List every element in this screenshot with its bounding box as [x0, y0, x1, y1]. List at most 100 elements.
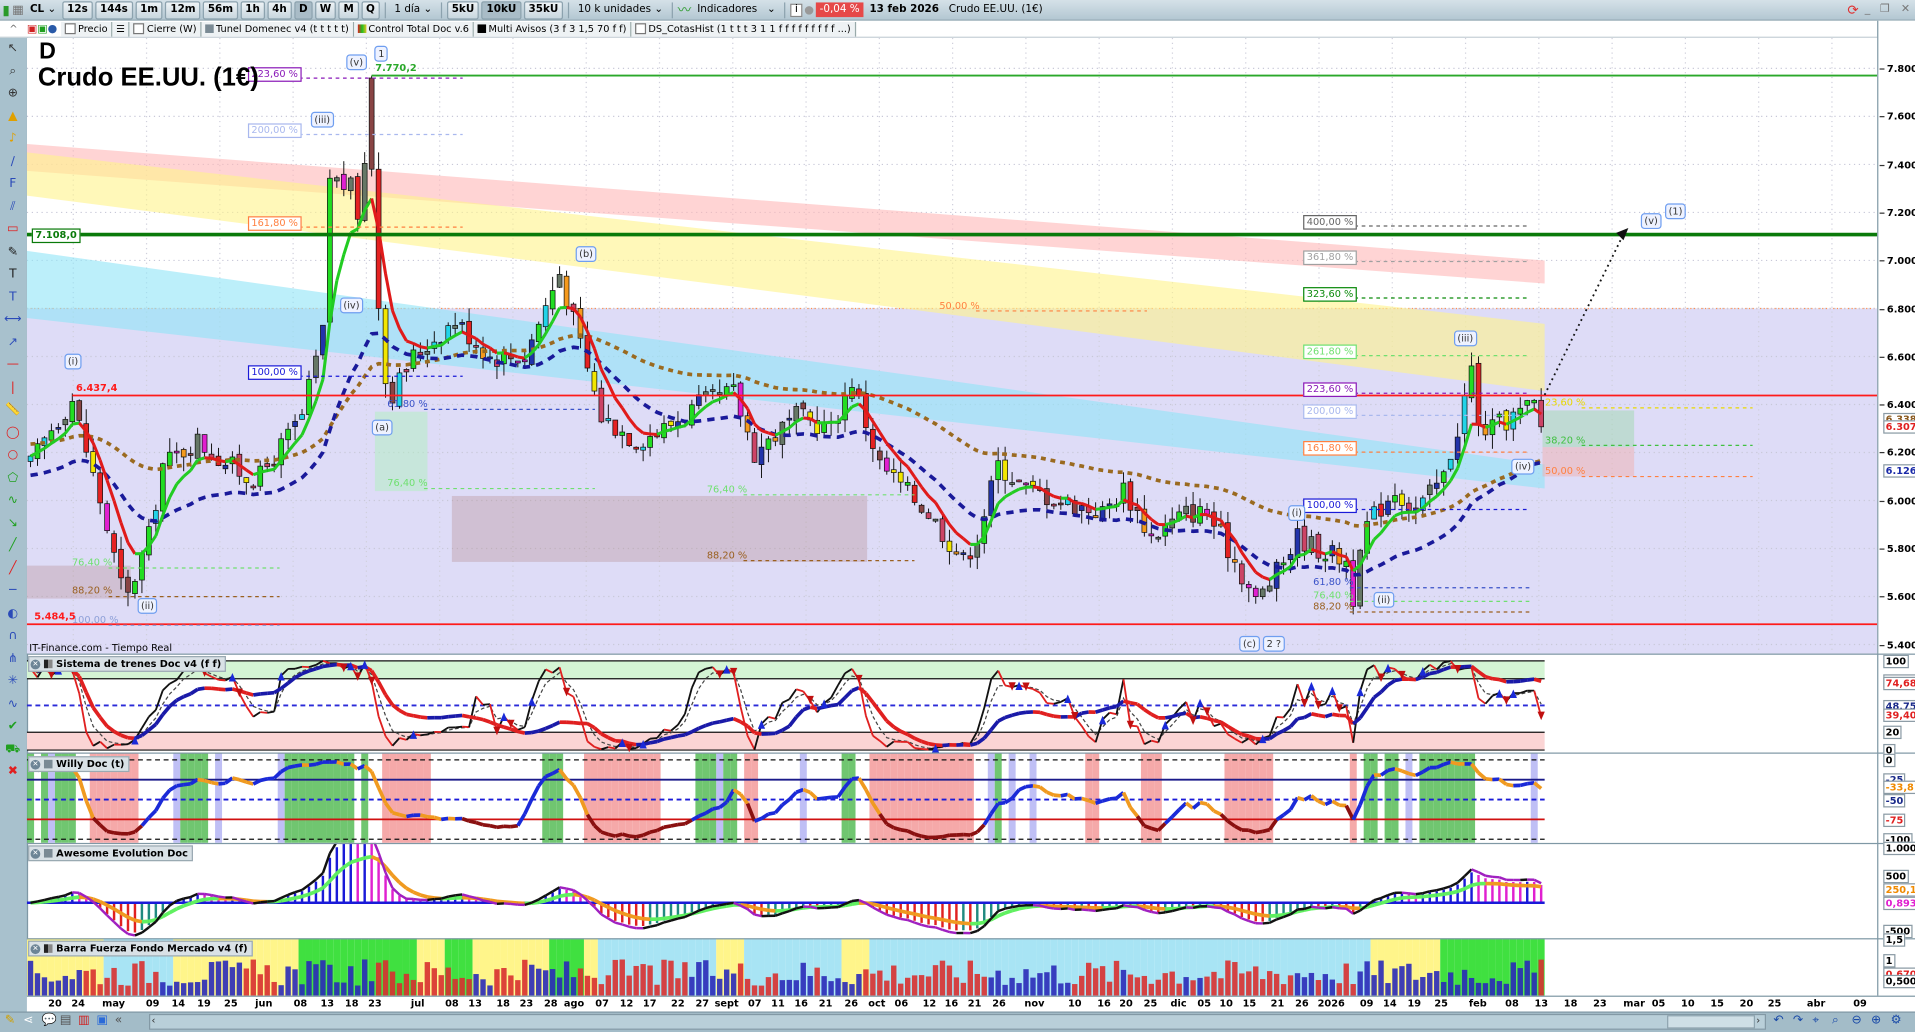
share-icon[interactable]: ⋖	[23, 1014, 33, 1029]
candle	[126, 577, 131, 592]
panel-barra-fuerza[interactable]	[27, 938, 1545, 995]
willy-line-segment	[1026, 786, 1033, 787]
panel-header-willy[interactable]: ✕Willy Doc (t)	[28, 756, 129, 772]
close-panel-icon[interactable]: ✕	[31, 759, 41, 769]
force-bar	[1114, 961, 1119, 996]
train-line-segment	[225, 689, 232, 690]
willy-line-segment	[225, 778, 232, 783]
candle	[348, 178, 353, 191]
ao-line-segment	[901, 919, 908, 920]
willy-line-segment	[671, 825, 678, 826]
scrollbar-thumb[interactable]	[1667, 1015, 1755, 1028]
candle	[731, 385, 736, 387]
force-bar	[1504, 984, 1509, 996]
scroll-right-icon[interactable]: ›	[1756, 1014, 1760, 1029]
report-icon[interactable]: ▤	[60, 1014, 72, 1029]
time-axis-label: 14	[1383, 998, 1397, 1009]
candle	[759, 447, 764, 464]
close-panel-icon[interactable]: ✕	[31, 659, 41, 669]
train-line-segment	[1332, 714, 1339, 715]
force-bar	[160, 982, 165, 995]
signal-line-segment	[1444, 893, 1451, 894]
panel-willy[interactable]	[27, 753, 1545, 843]
force-bar	[599, 984, 604, 995]
panel-header-sistema[interactable]: ✕Sistema de trenes Doc v4 (f f)	[28, 656, 226, 672]
force-bar	[1385, 983, 1390, 996]
price-chart[interactable]	[27, 38, 1877, 654]
train-line-segment	[671, 736, 678, 738]
panel-divider[interactable]	[27, 843, 1915, 844]
fast-line-segment	[678, 714, 685, 725]
panel-divider[interactable]	[27, 654, 1915, 655]
willy-line-segment	[1520, 784, 1527, 786]
willy-line-segment	[532, 786, 539, 799]
signal-line-segment	[1005, 911, 1012, 913]
train-line-segment	[1005, 715, 1012, 717]
ao-line-segment	[1165, 911, 1172, 912]
panel-axis-value: 39,402	[1883, 709, 1915, 722]
signal-band	[1419, 753, 1426, 843]
collapse-icon[interactable]: «	[115, 1014, 122, 1029]
force-bar	[780, 980, 785, 995]
train-line-segment	[894, 727, 901, 731]
ao-line-segment	[678, 917, 685, 919]
panel-axis-value: -75	[1883, 813, 1906, 826]
cursor-mode-icon[interactable]: ⌖	[1812, 1014, 1819, 1029]
force-bar	[251, 960, 256, 996]
willy-line-segment	[1144, 826, 1151, 829]
force-bar	[884, 981, 889, 996]
panel-divider[interactable]	[27, 938, 1915, 939]
scroll-left-icon[interactable]: ‹	[151, 1014, 155, 1029]
panel-header-barra[interactable]: ✕Barra Fuerza Fondo Mercado v4 (f)	[28, 941, 252, 957]
force-bar	[1371, 975, 1376, 996]
ao-line-segment	[796, 907, 803, 909]
willy-line-segment	[608, 834, 615, 836]
close-panel-icon[interactable]: ✕	[31, 944, 41, 954]
panel-awesome[interactable]	[27, 834, 1545, 936]
signal-line-segment	[1263, 915, 1270, 916]
willy-line-segment	[246, 782, 253, 784]
force-bar	[1441, 982, 1446, 996]
willy-line-segment	[441, 818, 448, 819]
time-axis-label: mar	[1623, 998, 1645, 1009]
candle	[1232, 560, 1237, 563]
signal-line-segment	[915, 914, 922, 916]
force-bar	[1483, 983, 1488, 995]
force-bar	[1351, 984, 1356, 996]
candle	[341, 174, 346, 189]
train-line-segment	[741, 722, 748, 726]
signal-band	[932, 753, 939, 843]
force-bar	[1086, 963, 1091, 996]
horizontal-scrollbar[interactable]	[149, 1014, 1766, 1030]
zoom-in-icon[interactable]: ⊕	[1871, 1014, 1881, 1029]
force-bar	[710, 976, 715, 996]
ao-line-segment	[51, 897, 58, 898]
close-panel-icon[interactable]: ✕	[31, 848, 41, 858]
force-bar	[1427, 973, 1432, 996]
candle	[996, 461, 1001, 480]
redo-icon[interactable]: ↷	[1793, 1014, 1803, 1029]
panel-sistema-trenes[interactable]	[27, 660, 1545, 752]
signal-band	[953, 753, 960, 843]
zoom-out-icon[interactable]: ⊖	[1851, 1014, 1861, 1029]
panel-divider[interactable]	[27, 753, 1915, 754]
ao-line-segment	[413, 899, 420, 900]
fib-zone-box	[375, 412, 428, 491]
train-line-segment	[1040, 712, 1047, 714]
candle	[314, 356, 319, 378]
willy-line-segment	[212, 783, 219, 784]
compare-icon[interactable]: ▥	[78, 1014, 90, 1029]
draw-icon[interactable]: ✎	[5, 1014, 15, 1029]
chart-canvas[interactable]	[0, 0, 1915, 1031]
force-bar	[397, 983, 402, 995]
signal-band	[751, 753, 758, 843]
settings-icon[interactable]: ⚙	[1891, 1014, 1902, 1029]
window-icon[interactable]: ▣	[96, 1014, 108, 1029]
force-bar	[466, 979, 471, 996]
candle	[251, 486, 256, 488]
chat-icon[interactable]: 💬	[42, 1014, 57, 1029]
zoom-fit-icon[interactable]: ⌕	[1832, 1014, 1839, 1029]
undo-icon[interactable]: ↶	[1773, 1014, 1783, 1029]
panel-header-awesome[interactable]: ✕Awesome Evolution Doc	[28, 845, 193, 861]
trend-line-down	[218, 460, 225, 461]
